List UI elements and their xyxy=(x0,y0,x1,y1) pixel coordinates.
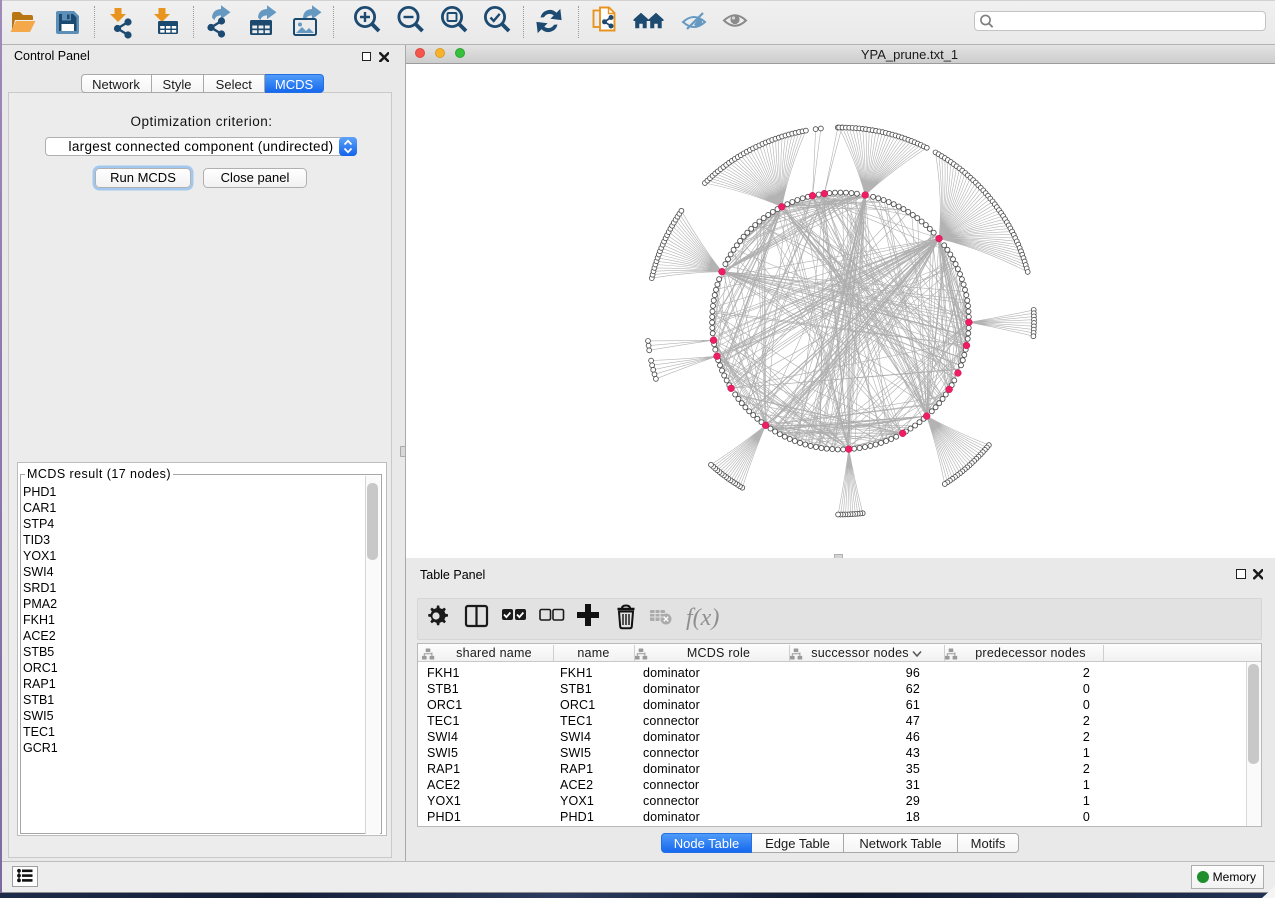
svg-text:f(x): f(x) xyxy=(686,605,719,631)
